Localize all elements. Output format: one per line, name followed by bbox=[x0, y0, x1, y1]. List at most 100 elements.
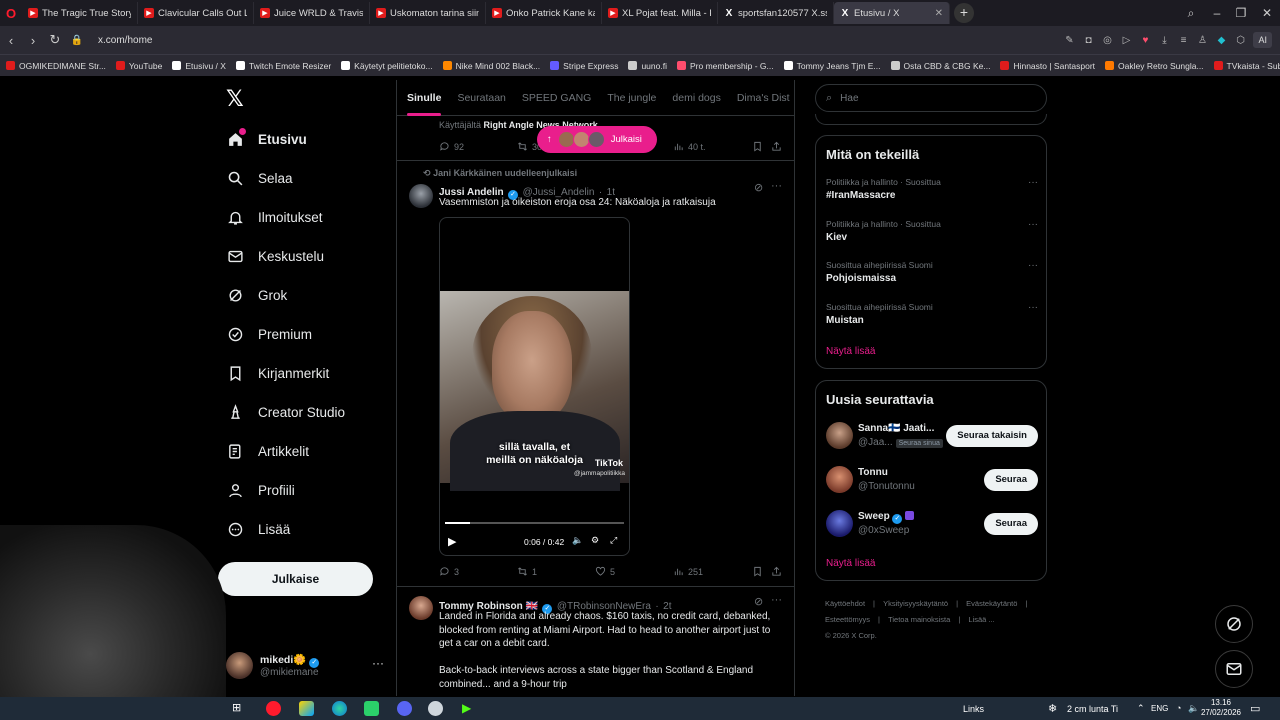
show-more-link[interactable]: Näytä lisää bbox=[826, 346, 875, 357]
forward-icon[interactable]: › bbox=[22, 33, 44, 48]
ai-button[interactable]: AI bbox=[1253, 32, 1272, 48]
footer-link[interactable]: Tietoa mainoksista bbox=[888, 615, 950, 624]
nav-item-grok[interactable]: Grok bbox=[226, 283, 287, 307]
follow-suggestion[interactable]: Sweep ✓ @0xSweep Seuraa bbox=[826, 510, 1038, 540]
footer-link[interactable]: Esteettömyys bbox=[825, 615, 870, 624]
account-switcher[interactable]: mikedi🌼 ✓ @mikiemane ··· bbox=[226, 652, 386, 682]
feed-tab[interactable]: demi dogs bbox=[672, 92, 720, 104]
share-button[interactable] bbox=[771, 566, 782, 577]
tab-search-icon[interactable]: ⌕ bbox=[1178, 0, 1204, 26]
reply-button[interactable]: 3 bbox=[439, 566, 459, 577]
x-logo-icon[interactable]: 𝕏 bbox=[226, 86, 244, 112]
views-button[interactable]: 40 t. bbox=[673, 141, 706, 152]
more-icon[interactable]: ··· bbox=[1028, 219, 1038, 230]
edit-icon[interactable]: ✎ bbox=[1063, 34, 1075, 46]
trend-item[interactable]: Politiikka ja hallinto · Suosittua #Iran… bbox=[826, 177, 1038, 201]
video-progress-bar[interactable] bbox=[445, 522, 624, 524]
minimize-icon[interactable]: – bbox=[1204, 0, 1230, 26]
more-icon[interactable]: ··· bbox=[771, 594, 782, 606]
nav-item-premium[interactable]: Premium bbox=[226, 322, 312, 346]
browser-tab[interactable]: ▶ Clavicular Calls Out Larry bbox=[138, 2, 254, 24]
browser-tab[interactable]: ▶ XL Pojat feat. Milla - Psih bbox=[602, 2, 718, 24]
notifications-icon[interactable]: ▭ bbox=[1250, 702, 1260, 715]
new-posts-pill[interactable]: ↑ Julkaisi bbox=[537, 126, 657, 153]
feed-tab[interactable]: Seurataan bbox=[457, 92, 505, 104]
app-icon[interactable] bbox=[299, 701, 314, 716]
browser-tab-active[interactable]: X Etusivu / X ✕ bbox=[834, 2, 950, 24]
back-icon[interactable]: ‹ bbox=[0, 33, 22, 48]
menu-icon[interactable]: ≡ bbox=[1177, 34, 1189, 46]
bookmark-button[interactable] bbox=[752, 141, 763, 152]
footer-link[interactable]: Lisää ... bbox=[968, 615, 994, 624]
footer-link[interactable]: Yksityisyyskäytäntö bbox=[883, 599, 948, 608]
language-indicator[interactable]: ENG bbox=[1151, 704, 1168, 713]
bookmark-item[interactable]: Hinnasto | Santasport bbox=[1000, 61, 1095, 71]
share-button[interactable] bbox=[771, 141, 782, 152]
app-icon[interactable] bbox=[428, 701, 443, 716]
vpn-icon[interactable]: ◎ bbox=[1101, 34, 1113, 46]
grok-icon[interactable]: ⊘ bbox=[754, 181, 763, 194]
bookmark-item[interactable]: TVkaista - Sub Suara bbox=[1213, 61, 1280, 71]
nav-item-creator-studio[interactable]: Creator Studio bbox=[226, 400, 345, 424]
feed-tab[interactable]: Dima's Dist bbox=[737, 92, 790, 104]
reload-icon[interactable]: ↻ bbox=[44, 32, 66, 48]
bookmark-item[interactable]: Oakley Retro Sungla... bbox=[1105, 61, 1204, 71]
repost-button[interactable]: 1 bbox=[517, 566, 537, 577]
speaker-icon[interactable]: 🔈 bbox=[1188, 703, 1199, 714]
bookmark-item[interactable]: OGMIKEDIMANE Str... bbox=[6, 61, 106, 71]
feed-tab[interactable]: SPEED GANG bbox=[522, 92, 591, 104]
weather-text[interactable]: 2 cm lunta Ti bbox=[1067, 704, 1118, 714]
search-input[interactable] bbox=[840, 92, 1021, 104]
browser-tab[interactable]: Xsportsfan120577 X.ssä: "G bbox=[718, 2, 834, 24]
trend-item[interactable]: Suosittua aihepiirissä Suomi Pohjoismais… bbox=[826, 260, 1038, 284]
network-icon[interactable]: ◔ bbox=[1176, 703, 1181, 713]
nav-item-selaa[interactable]: Selaa bbox=[226, 166, 293, 190]
bookmark-item[interactable]: Osta CBD & CBG Ke... bbox=[890, 61, 990, 71]
trend-item[interactable]: Suosittua aihepiirissä Suomi Muistan ··· bbox=[826, 302, 1038, 326]
more-icon[interactable]: ··· bbox=[1028, 177, 1038, 188]
more-icon[interactable]: ··· bbox=[372, 656, 384, 670]
follow-suggestion[interactable]: Tonnu @Tonutonnu Seuraa bbox=[826, 466, 1038, 496]
clock[interactable]: 13.16 27/02/2026 bbox=[1200, 698, 1242, 718]
follow-suggestion[interactable]: Sanna🇫🇮 Jaati... @Jaa... Seuraa sinua Seu… bbox=[826, 422, 1038, 452]
repost-attribution[interactable]: ⟲ Jani Kärkkäinen uudelleenjulkaisi bbox=[423, 168, 577, 179]
download-icon[interactable]: ⤓ bbox=[1158, 34, 1170, 46]
tray-chevron-icon[interactable]: ⌃ bbox=[1137, 703, 1145, 714]
avatar[interactable] bbox=[409, 596, 433, 620]
links-toolbar[interactable]: Links bbox=[963, 704, 984, 714]
grok-icon[interactable]: ⊘ bbox=[754, 595, 763, 608]
maximize-icon[interactable]: ❐ bbox=[1228, 0, 1254, 26]
nav-item-keskustelu[interactable]: Keskustelu bbox=[226, 244, 324, 268]
trend-item[interactable]: Politiikka ja hallinto · Suosittua Kiev … bbox=[826, 219, 1038, 243]
footer-link[interactable]: Evästekäytäntö bbox=[966, 599, 1017, 608]
nav-item-etusivu[interactable]: Etusivu bbox=[226, 127, 307, 151]
discord-icon[interactable] bbox=[397, 701, 412, 716]
video-player[interactable]: sillä tavalla, et meillä on näköaloja Ti… bbox=[439, 217, 630, 556]
browser-tab[interactable]: ▶ Juice WRLD & Travis Scott bbox=[254, 2, 370, 24]
bookmark-button[interactable] bbox=[752, 566, 763, 577]
avatar[interactable] bbox=[409, 184, 433, 208]
nav-item-lis-[interactable]: Lisää bbox=[226, 517, 290, 541]
settings-icon[interactable]: ⚙ bbox=[591, 535, 599, 546]
feed-tab[interactable]: The jungle bbox=[607, 92, 656, 104]
footer-link[interactable]: Käyttöehdot bbox=[825, 599, 865, 608]
nav-item-profiili[interactable]: Profiili bbox=[226, 478, 295, 502]
weather-icon[interactable]: ❄ bbox=[1048, 702, 1057, 715]
camera-icon[interactable]: ◘ bbox=[1082, 34, 1094, 46]
browser-tab[interactable]: ▶ The Tragic True Story of Ju bbox=[22, 2, 138, 24]
edge-icon[interactable] bbox=[332, 701, 347, 716]
heart-icon[interactable]: ♥ bbox=[1139, 34, 1151, 46]
bookmark-item[interactable]: Käytetyt pelitietoko... bbox=[341, 61, 433, 71]
bookmark-item[interactable]: Twitch Emote Resizer bbox=[235, 61, 331, 71]
volume-icon[interactable]: 🔈 bbox=[572, 535, 583, 546]
url-field[interactable]: x.com/home bbox=[98, 35, 152, 46]
bookmark-item[interactable]: Nike Mind 002 Black... bbox=[442, 61, 540, 71]
feed-tab[interactable]: Sinulle bbox=[407, 92, 442, 116]
extension-icon[interactable]: ◆ bbox=[1215, 34, 1227, 46]
browser-tab[interactable]: ▶ Onko Patrick Kane kaikki bbox=[486, 2, 602, 24]
nav-item-kirjanmerkit[interactable]: Kirjanmerkit bbox=[226, 361, 329, 385]
bookmark-item[interactable]: Stripe Express bbox=[550, 61, 618, 71]
nav-item-artikkelit[interactable]: Artikkelit bbox=[226, 439, 309, 463]
task-view-icon[interactable]: ⊞ bbox=[232, 701, 247, 716]
views-button[interactable]: 251 bbox=[673, 566, 703, 577]
